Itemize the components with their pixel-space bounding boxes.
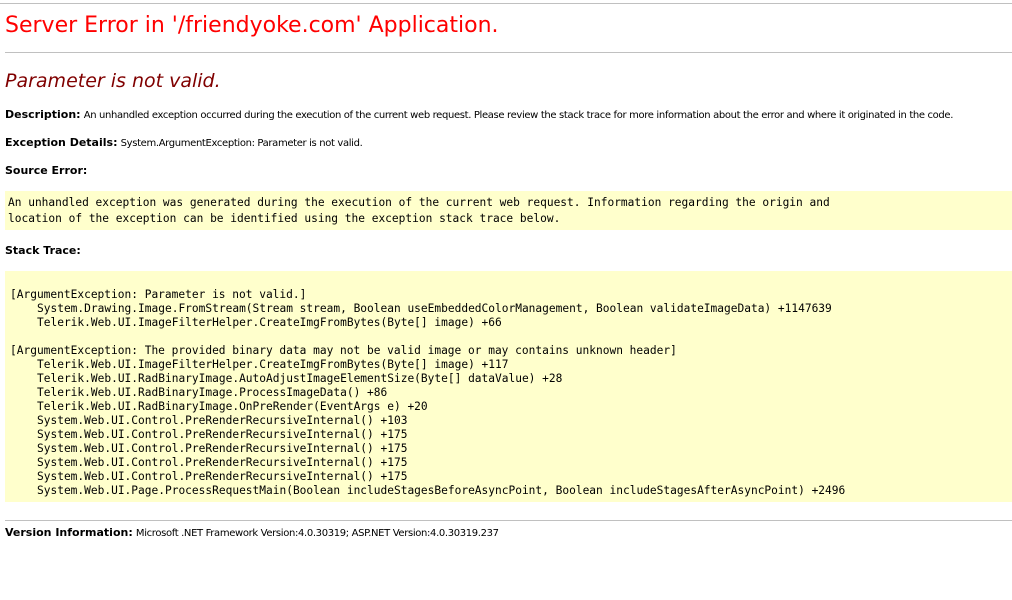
source-error-line: location of the exception can be identif… (8, 212, 561, 225)
stack-trace-frame: Telerik.Web.UI.RadBinaryImage.AutoAdjust… (37, 372, 563, 385)
source-error-text: An unhandled exception was generated dur… (8, 195, 1012, 227)
stack-trace-frame: System.Web.UI.Control.PreRenderRecursive… (37, 470, 408, 483)
stack-trace-frame: System.Drawing.Image.FromStream(Stream s… (37, 302, 832, 315)
stack-trace-exception-header: [ArgumentException: The provided binary … (10, 344, 677, 357)
exception-details-label: Exception Details: (5, 136, 118, 149)
exception-details-line: Exception Details: System.ArgumentExcept… (5, 136, 363, 151)
stack-trace-frame: System.Web.UI.Control.PreRenderRecursive… (37, 414, 408, 427)
stack-trace-frame: Telerik.Web.UI.RadBinaryImage.ProcessIma… (37, 386, 388, 399)
stack-trace-exception-header: [ArgumentException: Parameter is not val… (10, 288, 307, 301)
source-error-label: Source Error: (5, 164, 88, 177)
version-information-line: Version Information: Microsoft .NET Fram… (5, 526, 499, 541)
exception-details-text: System.ArgumentException: Parameter is n… (120, 138, 363, 149)
stack-trace-frame: System.Web.UI.Control.PreRenderRecursive… (37, 442, 408, 455)
description-line: Description: An unhandled exception occu… (5, 108, 953, 123)
stack-trace-spacer (10, 330, 1012, 344)
title-divider (5, 52, 1012, 53)
source-error-box: An unhandled exception was generated dur… (5, 191, 1012, 230)
version-information-text: Microsoft .NET Framework Version:4.0.303… (135, 528, 499, 539)
stack-trace-box: [ArgumentException: Parameter is not val… (5, 271, 1012, 502)
description-label: Description: (5, 108, 81, 121)
footer-divider (5, 520, 1012, 521)
source-error-line: An unhandled exception was generated dur… (8, 196, 830, 209)
page-title: Server Error in '/friendyoke.com' Applic… (5, 13, 499, 38)
description-text: An unhandled exception occurred during t… (83, 110, 954, 121)
stack-trace-frame: System.Web.UI.Control.PreRenderRecursive… (37, 428, 408, 441)
error-heading: Parameter is not valid. (5, 70, 221, 92)
stack-trace-frame: System.Web.UI.Page.ProcessRequestMain(Bo… (37, 484, 846, 497)
stack-trace-frame: Telerik.Web.UI.RadBinaryImage.OnPreRende… (37, 400, 428, 413)
version-information-label: Version Information: (5, 526, 133, 539)
stack-trace-frame: System.Web.UI.Control.PreRenderRecursive… (37, 456, 408, 469)
stack-trace-frame: Telerik.Web.UI.ImageFilterHelper.CreateI… (37, 358, 509, 371)
top-divider (0, 3, 1012, 4)
stack-trace-label: Stack Trace: (5, 244, 81, 257)
stack-trace-frame: Telerik.Web.UI.ImageFilterHelper.CreateI… (37, 316, 502, 329)
stack-trace-text: [ArgumentException: Parameter is not val… (10, 288, 1012, 498)
